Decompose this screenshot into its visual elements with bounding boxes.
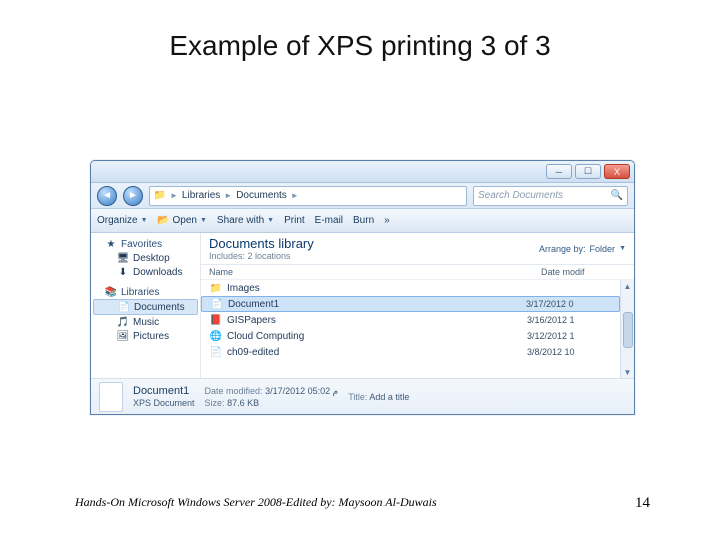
file-thumbnail (99, 382, 123, 412)
documents-icon: 📄 (118, 301, 130, 313)
chevron-down-icon: ▼ (200, 217, 207, 224)
chevron-right-icon: ► (224, 191, 232, 200)
details-title-label: Title: (348, 392, 367, 402)
explorer-window: ─ ☐ X ◄ ► 📁 ► Libraries ► Documents ► Se… (90, 160, 635, 415)
breadcrumb-documents[interactable]: Documents (236, 190, 287, 201)
doc-icon: 📄 (209, 347, 223, 358)
burn-button[interactable]: Burn (353, 215, 374, 226)
arrange-label: Arrange by: (539, 244, 586, 254)
chevron-down-icon: ▼ (619, 245, 626, 252)
more-button[interactable]: » (384, 215, 390, 226)
html-icon: 🌐 (209, 331, 223, 342)
search-input[interactable]: Search Documents 🔍 (473, 186, 628, 206)
titlebar: ─ ☐ X (91, 161, 634, 183)
search-icon: 🔍 (611, 190, 623, 201)
content-pane: Documents library Includes: 2 locations … (201, 233, 634, 378)
sidebar-item-music[interactable]: 🎵Music (91, 315, 200, 329)
slide-title: Example of XPS printing 3 of 3 (0, 30, 720, 62)
xps-icon: 📄 (210, 299, 224, 310)
details-date-label: Date modified: (205, 386, 263, 396)
share-button[interactable]: Share with▼ (217, 215, 274, 226)
chevron-down-icon: ▼ (141, 217, 148, 224)
print-button[interactable]: Print (284, 215, 305, 226)
breadcrumb-libraries[interactable]: Libraries (182, 190, 220, 201)
favorites-group[interactable]: ★Favorites (91, 237, 200, 251)
main-area: ★Favorites 🖥Desktop ⬇Downloads 📚Librarie… (91, 233, 634, 378)
details-title-value[interactable]: Add a title (369, 392, 409, 402)
minimize-button[interactable]: ─ (546, 164, 572, 179)
arrange-value: Folder (590, 244, 616, 254)
pictures-icon: 🖼 (117, 330, 129, 342)
folder-icon: 📁 (209, 283, 223, 294)
library-icon: 📚 (105, 286, 117, 298)
list-item[interactable]: 🌐Cloud Computing3/12/2012 1 (201, 328, 620, 344)
maximize-button[interactable]: ☐ (575, 164, 601, 179)
nav-pane: ★Favorites 🖥Desktop ⬇Downloads 📚Librarie… (91, 233, 201, 378)
column-headers[interactable]: Name Date modif (201, 265, 634, 280)
details-filetype: XPS Document (133, 398, 195, 408)
sidebar-item-downloads[interactable]: ⬇Downloads (91, 265, 200, 279)
library-title: Documents library (209, 236, 314, 251)
slide-credit: Hands-On Microsoft Windows Server 2008-E… (75, 495, 437, 510)
scroll-down-icon[interactable]: ▼ (621, 366, 634, 378)
sidebar-item-pictures[interactable]: 🖼Pictures (91, 329, 200, 343)
toolbar: Organize▼ 📂Open▼ Share with▼ Print E-mai… (91, 209, 634, 233)
column-date[interactable]: Date modif (541, 267, 626, 277)
folder-icon: 📁 (154, 190, 166, 202)
star-icon: ★ (105, 238, 117, 250)
scroll-thumb[interactable] (623, 312, 633, 348)
slide-page-number: 14 (635, 495, 650, 512)
back-button[interactable]: ◄ (97, 186, 117, 206)
open-icon: 📂 (158, 215, 170, 227)
close-button[interactable]: X (604, 164, 630, 179)
open-button[interactable]: 📂Open▼ (158, 215, 207, 227)
library-subtitle[interactable]: Includes: 2 locations (209, 251, 314, 261)
column-name[interactable]: Name (209, 267, 541, 277)
downloads-icon: ⬇ (117, 266, 129, 278)
list-item[interactable]: 📄Document13/17/2012 0 (201, 296, 620, 312)
vertical-scrollbar[interactable]: ▲ ▼ (620, 280, 634, 378)
pdf-icon: 📕 (209, 315, 223, 326)
sidebar-item-desktop[interactable]: 🖥Desktop (91, 251, 200, 265)
chevron-right-icon: ► (291, 191, 299, 200)
details-size-label: Size: (205, 398, 225, 408)
details-size: 87.6 KB (227, 398, 259, 408)
search-placeholder: Search Documents (478, 190, 563, 201)
chevron-right-icon: ► (170, 191, 178, 200)
details-filename: Document1 (133, 385, 195, 397)
list-item[interactable]: 📁Images (201, 280, 620, 296)
list-item[interactable]: 📄ch09-edited3/8/2012 10 (201, 344, 620, 360)
address-bar: ◄ ► 📁 ► Libraries ► Documents ► Search D… (91, 183, 634, 209)
sidebar-item-documents[interactable]: 📄Documents (93, 299, 198, 315)
arrange-by[interactable]: Arrange by: Folder ▼ (539, 244, 626, 254)
scroll-up-icon[interactable]: ▲ (621, 280, 634, 292)
list-item[interactable]: 📕GISPapers3/16/2012 1 (201, 312, 620, 328)
organize-button[interactable]: Organize▼ (97, 215, 148, 226)
chevron-down-icon: ▼ (267, 217, 274, 224)
desktop-icon: 🖥 (117, 252, 129, 264)
breadcrumb[interactable]: 📁 ► Libraries ► Documents ► (149, 186, 467, 206)
details-date: 3/17/2012 05:02 م (265, 386, 338, 396)
music-icon: 🎵 (117, 316, 129, 328)
email-button[interactable]: E-mail (315, 215, 343, 226)
libraries-group[interactable]: 📚Libraries (91, 285, 200, 299)
file-list: 📁Images 📄Document13/17/2012 0 📕GISPapers… (201, 280, 620, 378)
details-pane: Document1 XPS Document Date modified: 3/… (91, 378, 634, 414)
library-header: Documents library Includes: 2 locations … (201, 233, 634, 265)
forward-button[interactable]: ► (123, 186, 143, 206)
